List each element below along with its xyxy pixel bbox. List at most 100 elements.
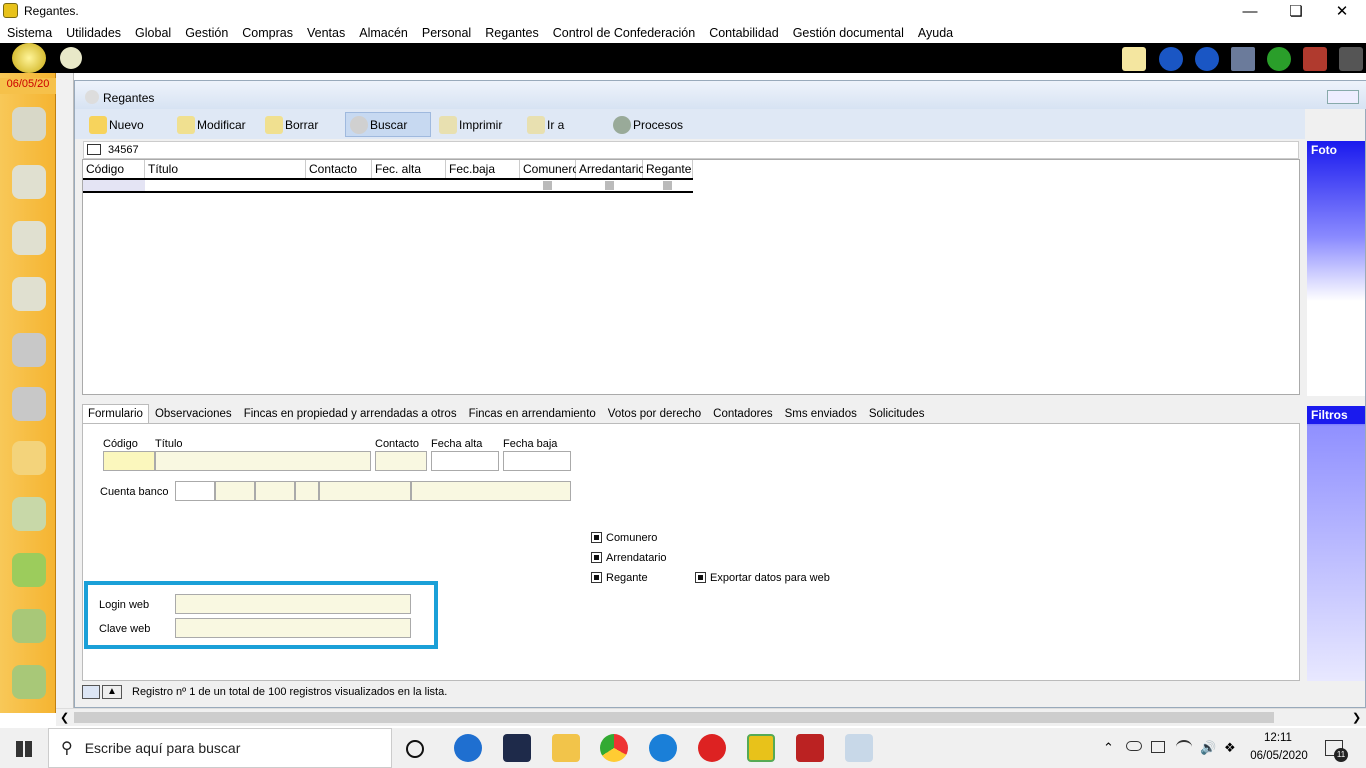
onedrive-icon[interactable] <box>1126 741 1142 751</box>
filtros-panel[interactable]: Filtros <box>1307 406 1365 681</box>
tab-formulario[interactable]: Formulario <box>82 404 149 423</box>
tab-fincas-arrendamiento[interactable]: Fincas en arrendamiento <box>463 404 602 423</box>
teamviewer-icon[interactable] <box>649 734 677 762</box>
menu-almacen[interactable]: Almacén <box>352 26 415 40</box>
codigo-field[interactable] <box>103 451 155 471</box>
menu-regantes[interactable]: Regantes <box>478 26 546 40</box>
cuenta-banco-field-6[interactable] <box>411 481 571 501</box>
cuenta-banco-field-2[interactable] <box>215 481 255 501</box>
clock-time[interactable]: 12:11 <box>1250 732 1306 744</box>
filezilla-icon[interactable] <box>796 734 824 762</box>
imprimir-button[interactable]: Imprimir <box>435 112 515 137</box>
fecha-baja-field[interactable] <box>503 451 571 471</box>
exportar-checkbox[interactable] <box>695 572 706 583</box>
col-contacto[interactable]: Contacto <box>306 160 372 178</box>
keyboard-status-icon[interactable] <box>82 685 100 699</box>
forward-arrow-icon[interactable] <box>1195 47 1219 71</box>
launch-person-icon[interactable] <box>6 215 50 259</box>
col-fec-baja[interactable]: Fec.baja <box>446 160 520 178</box>
chrome-icon[interactable] <box>600 734 628 762</box>
cuenta-banco-field-5[interactable] <box>319 481 411 501</box>
windows-start-icon[interactable] <box>16 741 32 757</box>
row-arredantario-checkbox[interactable] <box>605 181 614 190</box>
titulo-field[interactable] <box>155 451 371 471</box>
photoshop-icon[interactable] <box>503 734 531 762</box>
dx-icon[interactable] <box>698 734 726 762</box>
user-icon[interactable] <box>60 47 82 69</box>
clock-date[interactable]: 06/05/2020 <box>1248 750 1310 762</box>
menu-sistema[interactable]: Sistema <box>0 26 59 40</box>
close-button[interactable]: ✕ <box>1319 0 1365 22</box>
menu-global[interactable]: Global <box>128 26 178 40</box>
tab-contadores[interactable]: Contadores <box>707 404 778 423</box>
collapse-icon[interactable]: ▲ <box>102 685 122 699</box>
launch-user-a-icon[interactable] <box>6 159 50 203</box>
task-view-icon[interactable] <box>406 740 424 758</box>
col-comunero[interactable]: Comunero <box>520 160 579 178</box>
tab-observaciones[interactable]: Observaciones <box>149 404 238 423</box>
menu-control-confederacion[interactable]: Control de Confederación <box>546 26 702 40</box>
tab-sms[interactable]: Sms enviados <box>779 404 863 423</box>
regantes-app-icon[interactable] <box>747 734 775 762</box>
procesos-button[interactable]: Procesos <box>609 112 699 137</box>
exit-icon[interactable] <box>1339 47 1363 71</box>
dropbox-icon[interactable]: ❖ <box>1224 740 1236 756</box>
menu-gestion[interactable]: Gestión <box>178 26 235 40</box>
menu-compras[interactable]: Compras <box>235 26 300 40</box>
foto-panel[interactable]: Foto <box>1307 141 1365 301</box>
menu-gestion-documental[interactable]: Gestión documental <box>786 26 911 40</box>
close-app-icon[interactable] <box>1303 47 1327 71</box>
cuenta-banco-field-1[interactable] <box>175 481 215 501</box>
fecha-alta-field[interactable] <box>431 451 499 471</box>
edge-icon[interactable] <box>454 734 482 762</box>
launch-folder-f-icon[interactable] <box>6 435 50 479</box>
wifi-icon[interactable] <box>1176 740 1192 754</box>
table-row[interactable] <box>83 178 693 193</box>
modificar-button[interactable]: Modificar <box>173 112 255 137</box>
windows-icon[interactable] <box>1231 47 1255 71</box>
clave-web-field[interactable] <box>175 618 411 638</box>
restore-button[interactable]: ❏ <box>1273 0 1319 22</box>
comunero-checkbox[interactable] <box>591 532 602 543</box>
tray-chevron-icon[interactable]: ⌃ <box>1103 740 1114 756</box>
launch-person2-icon[interactable] <box>6 271 50 315</box>
launch-users-icon[interactable] <box>6 101 50 145</box>
launch-bag-icon[interactable] <box>6 603 50 647</box>
col-regante[interactable]: Regante <box>643 160 693 178</box>
borrar-button[interactable]: Borrar <box>261 112 341 137</box>
scroll-right-icon[interactable]: ❯ <box>1352 711 1361 724</box>
window-minimize-button[interactable] <box>1327 90 1359 104</box>
buscar-button[interactable]: Buscar <box>345 112 431 137</box>
row-comunero-checkbox[interactable] <box>543 181 552 190</box>
ir-a-button[interactable]: Ir a <box>523 112 593 137</box>
launch-bag2-icon[interactable] <box>6 659 50 703</box>
col-codigo[interactable]: Código <box>83 160 145 178</box>
menu-ventas[interactable]: Ventas <box>300 26 352 40</box>
cuenta-banco-field-3[interactable] <box>255 481 295 501</box>
cuenta-banco-field-4[interactable] <box>295 481 319 501</box>
battery-icon[interactable] <box>1151 741 1165 753</box>
regante-checkbox[interactable] <box>591 572 602 583</box>
back-arrow-icon[interactable] <box>1159 47 1183 71</box>
contacto-field[interactable] <box>375 451 427 471</box>
menu-contabilidad[interactable]: Contabilidad <box>702 26 786 40</box>
login-web-field[interactable] <box>175 594 411 614</box>
home-orb-icon[interactable] <box>12 43 46 73</box>
col-titulo[interactable]: Título <box>145 160 306 178</box>
arrendatario-checkbox[interactable] <box>591 552 602 563</box>
menu-personal[interactable]: Personal <box>415 26 478 40</box>
col-fec-alta[interactable]: Fec. alta <box>372 160 446 178</box>
row-regante-checkbox[interactable] <box>663 181 672 190</box>
tab-solicitudes[interactable]: Solicitudes <box>863 404 931 423</box>
tab-fincas-propiedad[interactable]: Fincas en propiedad y arrendadas a otros <box>238 404 463 423</box>
nuevo-button[interactable]: Nuevo <box>85 112 165 137</box>
menu-ayuda[interactable]: Ayuda <box>911 26 960 40</box>
mail-icon[interactable] <box>1122 47 1146 71</box>
paint-icon[interactable] <box>845 734 873 762</box>
file-explorer-icon[interactable] <box>552 734 580 762</box>
col-arredantario[interactable]: Arredantario <box>576 160 645 178</box>
launch-wand-icon[interactable] <box>6 491 50 535</box>
menu-utilidades[interactable]: Utilidades <box>59 26 128 40</box>
help-icon[interactable] <box>1267 47 1291 71</box>
scroll-left-icon[interactable]: ❮ <box>60 711 69 724</box>
